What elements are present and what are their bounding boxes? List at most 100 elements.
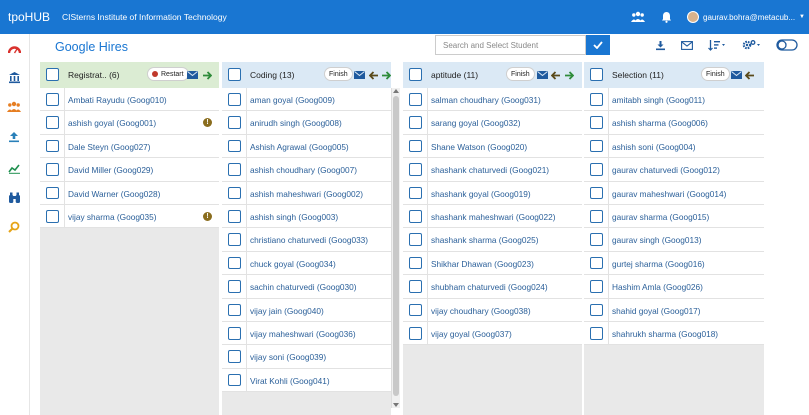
- student-row[interactable]: shashank goyal (Goog019): [403, 181, 582, 205]
- row-checkbox[interactable]: [46, 163, 59, 176]
- student-name-link[interactable]: gurtej sharma (Goog016): [612, 259, 705, 269]
- select-all-checkbox[interactable]: [46, 68, 59, 81]
- row-checkbox[interactable]: [590, 256, 603, 270]
- student-row[interactable]: gaurav sharma (Goog015): [584, 205, 764, 229]
- student-name-link[interactable]: salman choudhary (Goog031): [431, 95, 541, 105]
- finish-button[interactable]: Finish: [506, 67, 535, 81]
- student-name-link[interactable]: shahid goyal (Goog017): [612, 306, 701, 316]
- student-name-link[interactable]: vijay jain (Goog040): [250, 306, 324, 316]
- student-row[interactable]: anirudh singh (Goog008): [222, 111, 391, 135]
- student-name-link[interactable]: ashish maheshwari (Goog002): [250, 189, 363, 199]
- mail-icon[interactable]: [681, 38, 693, 52]
- student-row[interactable]: christiano chaturvedi (Goog033): [222, 228, 391, 252]
- row-checkbox[interactable]: [409, 303, 422, 317]
- student-name-link[interactable]: Ashish Agrawal (Goog005): [250, 142, 349, 152]
- mail-icon[interactable]: [353, 69, 365, 81]
- restart-button[interactable]: Restart: [147, 67, 189, 81]
- row-checkbox[interactable]: [228, 116, 241, 129]
- row-checkbox[interactable]: [228, 186, 241, 200]
- student-name-link[interactable]: shashank maheshwari (Goog022): [431, 212, 556, 222]
- row-checkbox[interactable]: [590, 186, 603, 200]
- row-checkbox[interactable]: [46, 139, 59, 153]
- brand-logo[interactable]: tpoHUB: [8, 10, 62, 24]
- student-name-link[interactable]: vijay maheshwari (Goog036): [250, 329, 356, 339]
- toggle-icon[interactable]: [776, 38, 798, 52]
- row-checkbox[interactable]: [590, 303, 603, 317]
- student-row[interactable]: Shikhar Dhawan (Goog023): [403, 251, 582, 276]
- student-name-link[interactable]: Shikhar Dhawan (Goog023): [431, 259, 534, 269]
- download-icon[interactable]: [655, 38, 666, 52]
- row-checkbox[interactable]: [590, 163, 603, 176]
- student-row[interactable]: ashish choudhary (Goog007): [222, 158, 391, 182]
- row-checkbox[interactable]: [228, 373, 241, 387]
- student-name-link[interactable]: vijay choudhary (Goog038): [431, 306, 531, 316]
- student-name-link[interactable]: shubham chaturvedi (Goog024): [431, 282, 548, 292]
- student-row[interactable]: shahrukh sharma (Goog018): [584, 322, 764, 346]
- row-checkbox[interactable]: [46, 186, 59, 200]
- student-row[interactable]: sarang goyal (Goog032): [403, 111, 582, 135]
- student-name-link[interactable]: amitabh singh (Goog011): [612, 95, 705, 105]
- student-name-link[interactable]: sarang goyal (Goog032): [431, 118, 520, 128]
- scrollbar[interactable]: [391, 88, 400, 408]
- arrow-left-icon[interactable]: [744, 69, 756, 81]
- scroll-thumb[interactable]: [393, 96, 399, 396]
- student-row[interactable]: shashank sharma (Goog025): [403, 228, 582, 252]
- row-checkbox[interactable]: [590, 327, 603, 340]
- student-row[interactable]: gaurav chaturvedi (Goog012): [584, 158, 764, 182]
- student-name-link[interactable]: vijay goyal (Goog037): [431, 329, 512, 339]
- row-checkbox[interactable]: [409, 280, 422, 293]
- row-checkbox[interactable]: [228, 303, 241, 317]
- student-name-link[interactable]: ashish singh (Goog003): [250, 212, 338, 222]
- student-name-link[interactable]: shashank goyal (Goog019): [431, 189, 531, 199]
- users-icon[interactable]: [7, 100, 21, 114]
- mail-icon[interactable]: [730, 69, 742, 81]
- row-checkbox[interactable]: [409, 256, 422, 270]
- search-input[interactable]: [435, 35, 586, 55]
- student-name-link[interactable]: vijay sharma (Goog035): [68, 212, 157, 222]
- row-checkbox[interactable]: [228, 163, 241, 176]
- dashboard-icon[interactable]: [7, 42, 21, 56]
- institution-icon[interactable]: [7, 70, 21, 84]
- row-checkbox[interactable]: [228, 280, 241, 293]
- group-icon[interactable]: [631, 10, 646, 24]
- student-name-link[interactable]: shashank sharma (Goog025): [431, 235, 538, 245]
- row-checkbox[interactable]: [409, 186, 422, 200]
- scroll-down-icon[interactable]: [393, 403, 399, 407]
- student-name-link[interactable]: shahrukh sharma (Goog018): [612, 329, 718, 339]
- student-name-link[interactable]: David Miller (Goog029): [68, 165, 153, 175]
- row-checkbox[interactable]: [590, 116, 603, 129]
- student-name-link[interactable]: aman goyal (Goog009): [250, 95, 335, 105]
- student-row[interactable]: vijay choudhary (Goog038): [403, 298, 582, 322]
- student-row[interactable]: Virat Kohli (Goog041): [222, 368, 391, 393]
- student-row[interactable]: ashish goyal (Goog001)!: [40, 111, 219, 135]
- student-name-link[interactable]: gaurav sharma (Goog015): [612, 212, 709, 222]
- sort-icon[interactable]: [708, 38, 726, 52]
- warning-icon[interactable]: !: [203, 118, 212, 128]
- student-name-link[interactable]: Dale Steyn (Goog027): [68, 142, 151, 152]
- row-checkbox[interactable]: [590, 280, 603, 293]
- student-name-link[interactable]: Ambati Rayudu (Goog010): [68, 95, 167, 105]
- student-row[interactable]: ashish maheshwari (Goog002): [222, 181, 391, 205]
- student-row[interactable]: vijay jain (Goog040): [222, 298, 391, 322]
- analytics-icon[interactable]: [7, 161, 21, 175]
- student-row[interactable]: vijay sharma (Goog035)!: [40, 205, 219, 229]
- row-checkbox[interactable]: [46, 116, 59, 129]
- student-name-link[interactable]: gaurav maheshwari (Goog014): [612, 189, 726, 199]
- row-checkbox[interactable]: [46, 93, 59, 106]
- student-row[interactable]: ashish sharma (Goog006): [584, 111, 764, 135]
- row-checkbox[interactable]: [228, 350, 241, 363]
- row-checkbox[interactable]: [409, 210, 422, 223]
- row-checkbox[interactable]: [228, 233, 241, 246]
- arrow-left-icon[interactable]: [368, 69, 380, 81]
- mail-icon[interactable]: [186, 69, 198, 81]
- row-checkbox[interactable]: [409, 327, 422, 340]
- row-checkbox[interactable]: [228, 327, 241, 340]
- finish-button[interactable]: Finish: [701, 67, 730, 81]
- row-checkbox[interactable]: [228, 210, 241, 223]
- warning-icon[interactable]: !: [203, 212, 212, 221]
- student-name-link[interactable]: David Warner (Goog028): [68, 189, 160, 199]
- row-checkbox[interactable]: [228, 256, 241, 270]
- student-row[interactable]: aman goyal (Goog009): [222, 88, 391, 112]
- student-row[interactable]: gaurav singh (Goog013): [584, 228, 764, 252]
- row-checkbox[interactable]: [409, 233, 422, 246]
